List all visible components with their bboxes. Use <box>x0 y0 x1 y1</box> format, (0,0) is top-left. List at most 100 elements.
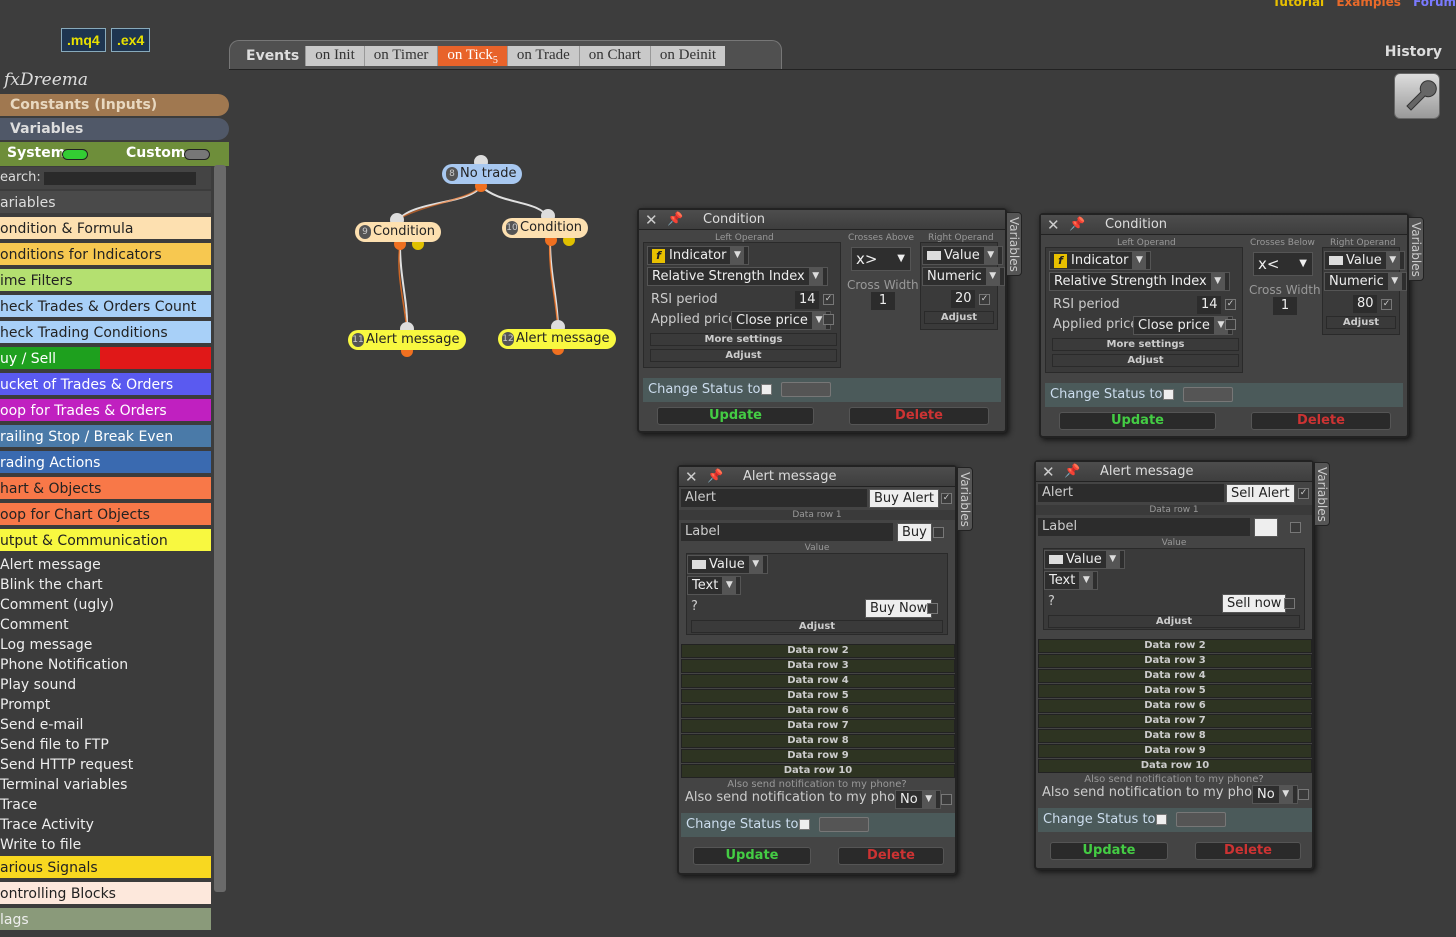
panel-title-bar[interactable]: ✕ 📌 Alert message <box>1036 462 1312 482</box>
change-status-checkbox[interactable] <box>799 819 810 830</box>
data-row-button[interactable]: Data row 2 <box>681 644 955 658</box>
adjust-button[interactable]: Adjust <box>1052 354 1239 367</box>
data-row-button[interactable]: Data row 7 <box>681 719 955 733</box>
delete-button[interactable]: Delete <box>849 407 989 425</box>
status-color-input[interactable] <box>1183 387 1233 402</box>
data-row-button[interactable]: Data row 8 <box>681 734 955 748</box>
close-icon[interactable]: ✕ <box>1042 462 1055 482</box>
alert-text-input[interactable]: Sell Alert <box>1226 484 1295 503</box>
data-row-button[interactable]: Data row 6 <box>681 704 955 718</box>
right-value-checkbox[interactable]: ✓ <box>1381 299 1392 310</box>
node-alert-message[interactable]: 11 Alert message <box>348 330 466 350</box>
value-dropdown[interactable]: Value ▼ <box>687 555 768 574</box>
adjust-button[interactable]: Adjust <box>691 620 943 633</box>
text-dropdown[interactable]: Text ▼ <box>1044 571 1099 590</box>
close-icon[interactable]: ✕ <box>685 467 698 487</box>
data-row-button[interactable]: Data row 10 <box>1038 759 1312 773</box>
variables-tab[interactable]: Variables <box>1408 217 1424 281</box>
change-status-checkbox[interactable] <box>1156 814 1167 825</box>
value-checkbox[interactable] <box>927 603 938 614</box>
node-condition[interactable]: 9 Condition <box>355 222 442 242</box>
data-row-button[interactable]: Data row 9 <box>681 749 955 763</box>
delete-button[interactable]: Delete <box>838 847 944 865</box>
right-adjust-button[interactable]: Adjust <box>1326 316 1396 329</box>
value-text-input[interactable]: Sell now <box>1222 594 1287 613</box>
panel-title-bar[interactable]: ✕ 📌 Condition <box>639 210 1005 230</box>
value-dropdown[interactable]: Value ▼ <box>922 246 1003 265</box>
notification-checkbox[interactable] <box>941 794 952 805</box>
indicator-name-dropdown[interactable]: Relative Strength Index ▼ <box>1049 272 1230 291</box>
data-row-button[interactable]: Data row 5 <box>681 689 955 703</box>
status-color-input[interactable] <box>781 382 831 397</box>
data-row-button[interactable]: Data row 9 <box>1038 744 1312 758</box>
panel-title-bar[interactable]: ✕ 📌 Alert message <box>679 467 955 487</box>
data-row-button[interactable]: Data row 2 <box>1038 639 1312 653</box>
pin-icon[interactable]: 📌 <box>667 210 683 230</box>
right-value-input[interactable]: 20 <box>951 290 975 308</box>
value-text-input[interactable]: Buy Now <box>865 599 933 618</box>
change-status-checkbox[interactable] <box>761 384 772 395</box>
value-dropdown[interactable]: Value ▼ <box>1324 251 1405 270</box>
label-input[interactable]: Buy <box>897 523 932 542</box>
data-row-button[interactable]: Data row 10 <box>681 764 955 778</box>
more-settings-button[interactable]: More settings <box>650 333 837 346</box>
notification-checkbox[interactable] <box>1298 789 1309 800</box>
alert-text-input[interactable]: Buy Alert <box>869 489 939 508</box>
delete-button[interactable]: Delete <box>1195 842 1301 860</box>
more-settings-button[interactable]: More settings <box>1052 338 1239 351</box>
value-checkbox[interactable] <box>1284 598 1295 609</box>
pin-icon[interactable]: 📌 <box>1064 462 1080 482</box>
rsi-period-checkbox[interactable]: ✓ <box>1225 299 1236 310</box>
indicator-name-dropdown[interactable]: Relative Strength Index ▼ <box>647 267 828 286</box>
indicator-dropdown[interactable]: f Indicator ▼ <box>1049 251 1152 270</box>
variables-tab[interactable]: Variables <box>957 467 973 531</box>
data-row-button[interactable]: Data row 4 <box>1038 669 1312 683</box>
adjust-button[interactable]: Adjust <box>650 349 837 362</box>
rsi-period-checkbox[interactable]: ✓ <box>823 294 834 305</box>
text-dropdown[interactable]: Text ▼ <box>687 576 742 595</box>
cross-width-input[interactable]: 1 <box>871 292 895 310</box>
data-row-button[interactable]: Data row 6 <box>1038 699 1312 713</box>
right-value-input[interactable]: 80 <box>1353 295 1377 313</box>
label-input[interactable] <box>1254 518 1278 537</box>
indicator-dropdown[interactable]: f Indicator ▼ <box>647 246 750 265</box>
data-row-button[interactable]: Data row 3 <box>681 659 955 673</box>
update-button[interactable]: Update <box>1050 842 1168 860</box>
data-row-button[interactable]: Data row 8 <box>1038 729 1312 743</box>
update-button[interactable]: Update <box>693 847 811 865</box>
operator-dropdown[interactable]: x> ▼ <box>851 247 911 271</box>
change-status-checkbox[interactable] <box>1163 389 1174 400</box>
applied-price-checkbox[interactable] <box>1225 319 1236 330</box>
data-row-button[interactable]: Data row 3 <box>1038 654 1312 668</box>
notification-dropdown[interactable]: No ▼ <box>1252 785 1298 804</box>
variables-tab[interactable]: Variables <box>1314 462 1330 526</box>
rsi-period-input[interactable]: 14 <box>1197 296 1221 314</box>
pin-icon[interactable]: 📌 <box>707 467 723 487</box>
node-no-trade[interactable]: 8 No trade <box>442 164 523 184</box>
node-alert-message[interactable]: 12 Alert message <box>498 329 616 349</box>
data-row-button[interactable]: Data row 5 <box>1038 684 1312 698</box>
cross-width-input[interactable]: 1 <box>1273 297 1297 315</box>
right-adjust-button[interactable]: Adjust <box>924 311 994 324</box>
label-checkbox[interactable] <box>933 527 944 538</box>
close-icon[interactable]: ✕ <box>1047 215 1060 235</box>
right-value-checkbox[interactable]: ✓ <box>979 294 990 305</box>
data-row-button[interactable]: Data row 7 <box>1038 714 1312 728</box>
update-button[interactable]: Update <box>657 407 814 425</box>
alert-checkbox[interactable]: ✓ <box>941 493 952 504</box>
applied-price-dropdown[interactable]: Close price ▼ <box>731 311 831 330</box>
delete-button[interactable]: Delete <box>1251 412 1391 430</box>
operator-dropdown[interactable]: x< ▼ <box>1253 252 1313 276</box>
close-icon[interactable]: ✕ <box>645 210 658 230</box>
value-dropdown[interactable]: Value ▼ <box>1044 550 1125 569</box>
status-color-input[interactable] <box>819 817 869 832</box>
numeric-dropdown[interactable]: Numeric ▼ <box>922 267 1005 286</box>
pin-icon[interactable]: 📌 <box>1069 215 1085 235</box>
status-color-input[interactable] <box>1176 812 1226 827</box>
label-checkbox[interactable] <box>1290 522 1301 533</box>
applied-price-dropdown[interactable]: Close price ▼ <box>1133 316 1233 335</box>
numeric-dropdown[interactable]: Numeric ▼ <box>1324 272 1407 291</box>
adjust-button[interactable]: Adjust <box>1048 615 1300 628</box>
panel-title-bar[interactable]: ✕ 📌 Condition <box>1041 215 1407 235</box>
applied-price-checkbox[interactable] <box>823 314 834 325</box>
